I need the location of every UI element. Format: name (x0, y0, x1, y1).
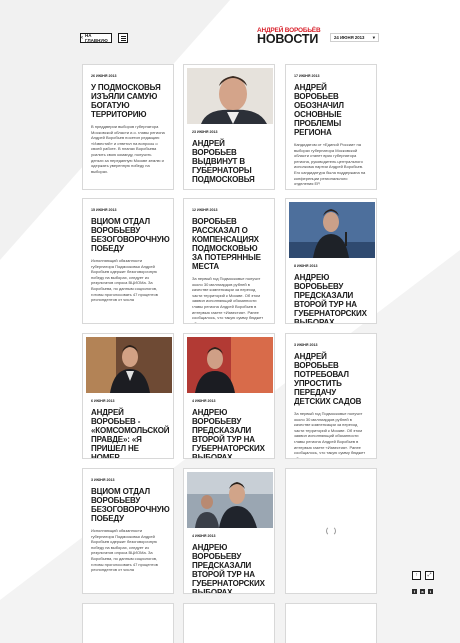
twitter-icon[interactable]: t (428, 589, 433, 594)
news-headline: АНДРЕЙ ВОРОБЬЕВ - «КОМСОМОЛЬСКОЙ ПРАВДЕ»… (91, 408, 170, 459)
page-header: ‹ НА ГЛАВНУЮ АНДРЕЙ ВОРОБЬЁВ НОВОСТИ 24 … (0, 0, 460, 60)
date-select[interactable]: 24 ИЮНЯ 2013 ▾ (330, 33, 379, 42)
back-to-main-button[interactable]: ‹ НА ГЛАВНУЮ (80, 33, 112, 43)
news-card[interactable]: 4 ИЮНЯ 2013 АНДРЕЮ ВОРОБЬЕВУ ПРЕДСКАЗАЛИ… (183, 333, 275, 459)
page-title: НОВОСТИ (257, 32, 319, 46)
news-photo (187, 472, 273, 528)
fullscreen-button[interactable]: ⤢ (425, 571, 434, 580)
news-headline: АНДРЕЙ ВОРОБЬЕВ ВЫДВИНУТ В ГУБЕРНАТОРЫ П… (192, 139, 255, 184)
news-card[interactable]: 17 ИЮНЯ 2013 АНДРЕЙ ВОРОБЬЕВ ОБОЗНАЧИЛ О… (285, 64, 377, 190)
news-card-placeholder (285, 603, 377, 643)
news-headline: ВОРОБЬЕВ РАССКАЗАЛ О КОМПЕНСАЦИЯХ ПОДМОС… (192, 217, 261, 271)
news-excerpt: Кандидатом от «Единой России» на выборах… (294, 142, 366, 187)
news-card[interactable]: 23 ИЮНЯ 2013 АНДРЕЙ ВОРОБЬЕВ ВЫДВИНУТ В … (183, 64, 275, 190)
news-card-placeholder (82, 603, 174, 643)
news-date: 26 ИЮНЯ 2013 (91, 74, 117, 78)
news-excerpt: Исполняющий обязанности губернатора Подм… (91, 258, 158, 303)
news-card[interactable]: 15 ИЮНЯ 2013 ВЦИОМ ОТДАЛ ВОРОБЬЕВУ БЕЗОГ… (82, 198, 174, 324)
news-card[interactable]: 12 ИЮНЯ 2013 ВОРОБЬЕВ РАССКАЗАЛ О КОМПЕН… (183, 198, 275, 324)
news-date: 15 ИЮНЯ 2013 (91, 208, 117, 212)
news-headline: АНДРЕЮ ВОРОБЬЕВУ ПРЕДСКАЗАЛИ ВТОРОЙ ТУР … (294, 273, 367, 324)
arrow-up-icon: ↑ (415, 572, 418, 578)
news-photo (86, 337, 172, 393)
news-headline: У ПОДМОСКОВЬЯ ИЗЪЯЛИ САМУЮ БОГАТУЮ ТЕРРИ… (91, 83, 161, 119)
menu-icon (120, 35, 126, 37)
chevron-down-icon: ▾ (372, 34, 375, 40)
news-photo (289, 202, 375, 258)
news-date: 3 ИЮНЯ 2013 (294, 343, 318, 347)
news-card[interactable]: 3 ИЮНЯ 2013 АНДРЕЙ ВОРОБЬЕВ ПОТРЕБОВАЛ У… (285, 333, 377, 459)
news-headline: АНДРЕЮ ВОРОБЬЕВУ ПРЕДСКАЗАЛИ ВТОРОЙ ТУР … (192, 543, 265, 594)
news-date: 4 ИЮНЯ 2013 (192, 399, 216, 403)
expand-icon: ⤢ (427, 572, 432, 578)
news-headline: ВЦИОМ ОТДАЛ ВОРОБЬЕВУ БЕЗОГОВОРОЧНУЮ ПОБ… (91, 217, 170, 253)
news-excerpt: За первый год Подмосковье получит около … (294, 411, 366, 459)
news-headline: ВЦИОМ ОТДАЛ ВОРОБЬЕВУ БЕЗОГОВОРОЧНУЮ ПОБ… (91, 487, 170, 523)
vk-icon[interactable]: в (420, 589, 425, 594)
news-excerpt: За первый год Подмосковье получит около … (192, 276, 264, 324)
menu-icon-line (120, 39, 126, 41)
news-excerpt: В преддверии выборов губернатора Московс… (91, 124, 165, 174)
menu-button[interactable] (118, 33, 128, 43)
news-card[interactable]: 4 ИЮНЯ 2013 АНДРЕЮ ВОРОБЬЕВУ ПРЕДСКАЗАЛИ… (183, 468, 275, 594)
news-headline: АНДРЕЮ ВОРОБЬЕВУ ПРЕДСКАЗАЛИ ВТОРОЙ ТУР … (192, 408, 265, 459)
back-button-label: НА ГЛАВНУЮ (85, 33, 108, 43)
news-date: 6 ИЮНЯ 2013 (91, 399, 115, 403)
news-date: 12 ИЮНЯ 2013 (192, 208, 218, 212)
facebook-icon[interactable]: f (412, 589, 417, 594)
news-date: 23 ИЮНЯ 2013 (192, 130, 218, 134)
news-card[interactable]: 6 ИЮНЯ 2013 АНДРЕЙ ВОРОБЬЕВ - «КОМСОМОЛЬ… (82, 333, 174, 459)
news-date: 17 ИЮНЯ 2013 (294, 74, 320, 78)
chevron-left-icon: ‹ (81, 35, 83, 41)
news-card-placeholder (183, 603, 275, 643)
news-headline: АНДРЕЙ ВОРОБЬЕВ ОБОЗНАЧИЛ ОСНОВНЫЕ ПРОБЛ… (294, 83, 344, 137)
news-date: 8 ИЮНЯ 2013 (294, 264, 318, 268)
date-select-value: 24 ИЮНЯ 2013 (334, 35, 365, 40)
news-date: 4 ИЮНЯ 2013 (192, 534, 216, 538)
menu-icon-line (120, 37, 126, 39)
news-card[interactable]: 3 ИЮНЯ 2013 ВЦИОМ ОТДАЛ ВОРОБЬЕВУ БЕЗОГО… (82, 468, 174, 594)
news-card[interactable]: 8 ИЮНЯ 2013 АНДРЕЮ ВОРОБЬЕВУ ПРЕДСКАЗАЛИ… (285, 198, 377, 324)
news-card[interactable]: 26 ИЮНЯ 2013 У ПОДМОСКОВЬЯ ИЗЪЯЛИ САМУЮ … (82, 64, 174, 190)
scroll-up-button[interactable]: ↑ (412, 571, 421, 580)
news-date: 3 ИЮНЯ 2013 (91, 478, 115, 482)
news-photo (187, 337, 273, 393)
news-headline: АНДРЕЙ ВОРОБЬЕВ ПОТРЕБОВАЛ УПРОСТИТЬ ПЕР… (294, 352, 362, 406)
news-excerpt: Исполняющий обязанности губернатора Подм… (91, 528, 158, 573)
news-photo (187, 68, 273, 124)
loading-spinner-icon (326, 526, 336, 536)
